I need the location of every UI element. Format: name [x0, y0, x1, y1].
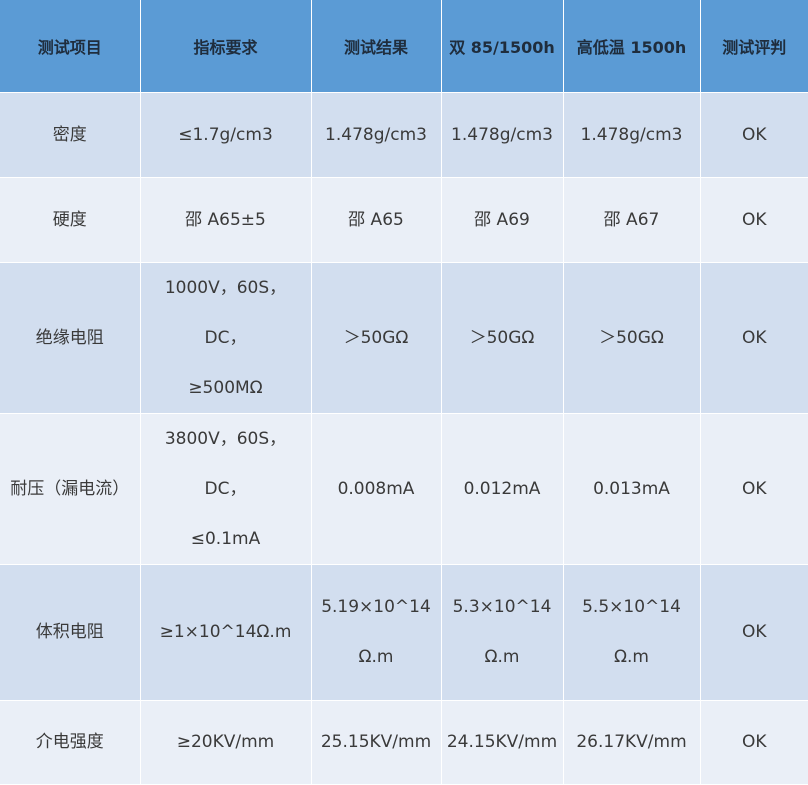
table-row: 绝缘电阻 1000V，60S，DC， ≥500MΩ ＞50GΩ ＞50GΩ ＞5… — [0, 262, 808, 414]
cell-line: ≤0.1mA — [190, 528, 261, 549]
cell-item: 硬度 — [0, 177, 141, 263]
cell-line: 0.008mA — [337, 478, 415, 499]
cell-line: 5.5×10^14 — [582, 597, 681, 617]
header-test-item: 测试项目 — [0, 0, 141, 93]
cell-line: 26.17KV/mm — [576, 732, 687, 752]
header-double-85: 双 85/1500h — [441, 0, 564, 93]
cell-line: ≤1.7g/cm3 — [178, 124, 273, 145]
header-test-result: 测试结果 — [311, 0, 442, 93]
cell-line: 3800V，60S，DC， — [164, 428, 287, 499]
cell-highlow: 邵 A67 — [563, 177, 701, 263]
header-requirement: 指标要求 — [140, 0, 312, 93]
cell-verdict: OK — [700, 262, 808, 414]
header-row: 测试项目 指标要求 测试结果 双 85/1500h 高低温 1500h 测试评判 — [0, 0, 808, 93]
cell-double85: 0.012mA — [441, 413, 564, 565]
cell-line: 邵 A65 — [348, 209, 404, 230]
cell-requirement: 3800V，60S，DC， ≤0.1mA — [140, 413, 312, 565]
cell-requirement: 邵 A65±5 — [140, 177, 312, 263]
cell-double85: 1.478g/cm3 — [441, 92, 564, 178]
cell-result: 25.15KV/mm — [311, 700, 442, 785]
cell-line: 25.15KV/mm — [320, 732, 432, 752]
cell-result: 1.478g/cm3 — [311, 92, 442, 178]
cell-item: 介电强度 — [0, 700, 141, 785]
cell-line: 5.3×10^14 — [452, 597, 552, 617]
cell-line: 1.478g/cm3 — [451, 124, 553, 145]
cell-highlow: 26.17KV/mm — [563, 700, 701, 785]
cell-double85: 24.15KV/mm — [441, 700, 564, 785]
cell-requirement: ≥20KV/mm — [140, 700, 312, 785]
cell-line: 1.478g/cm3 — [580, 124, 683, 145]
cell-item: 密度 — [0, 92, 141, 178]
cell-result: 邵 A65 — [311, 177, 442, 263]
cell-line: 0.012mA — [463, 478, 541, 499]
cell-result: 0.008mA — [311, 413, 442, 565]
cell-line: ＞50GΩ — [599, 327, 664, 348]
test-results-table: 测试项目 指标要求 测试结果 双 85/1500h 高低温 1500h 测试评判… — [0, 0, 808, 785]
cell-line: ≥1×10^14Ω.m — [159, 622, 292, 642]
cell-verdict: OK — [700, 700, 808, 785]
cell-line: 邵 A65±5 — [185, 209, 266, 230]
cell-requirement: ≤1.7g/cm3 — [140, 92, 312, 178]
cell-double85: ＞50GΩ — [441, 262, 564, 414]
cell-requirement: ≥1×10^14Ω.m — [140, 564, 312, 701]
cell-line: Ω.m — [614, 647, 649, 667]
cell-line: 24.15KV/mm — [446, 732, 558, 752]
cell-highlow: 1.478g/cm3 — [563, 92, 701, 178]
cell-highlow: 0.013mA — [563, 413, 701, 565]
table-row: 耐压（漏电流） 3800V，60S，DC， ≤0.1mA 0.008mA 0.0… — [0, 413, 808, 565]
cell-highlow: 5.5×10^14 Ω.m — [563, 564, 701, 701]
cell-line: 邵 A67 — [603, 209, 660, 230]
cell-result: ＞50GΩ — [311, 262, 442, 414]
cell-highlow: ＞50GΩ — [563, 262, 701, 414]
cell-item: 绝缘电阻 — [0, 262, 141, 414]
header-high-low-temp: 高低温 1500h — [563, 0, 701, 93]
cell-line: Ω.m — [484, 647, 520, 667]
cell-verdict: OK — [700, 413, 808, 565]
cell-line: ＞50GΩ — [343, 327, 409, 348]
cell-line: 0.013mA — [593, 478, 670, 499]
cell-verdict: OK — [700, 177, 808, 263]
cell-result: 5.19×10^14 Ω.m — [311, 564, 442, 701]
cell-double85: 邵 A69 — [441, 177, 564, 263]
cell-line: Ω.m — [358, 647, 394, 667]
table-row: 密度 ≤1.7g/cm3 1.478g/cm3 1.478g/cm3 1.478… — [0, 92, 808, 178]
cell-line: 1.478g/cm3 — [325, 124, 427, 145]
cell-verdict: OK — [700, 92, 808, 178]
cell-double85: 5.3×10^14 Ω.m — [441, 564, 564, 701]
table-row: 体积电阻 ≥1×10^14Ω.m 5.19×10^14 Ω.m 5.3×10^1… — [0, 564, 808, 701]
cell-line: ≥20KV/mm — [176, 732, 275, 752]
cell-item: 体积电阻 — [0, 564, 141, 701]
cell-line: 邵 A69 — [474, 209, 530, 230]
table-row: 介电强度 ≥20KV/mm 25.15KV/mm 24.15KV/mm 26.1… — [0, 700, 808, 785]
cell-line: ＞50GΩ — [469, 327, 535, 348]
cell-verdict: OK — [700, 564, 808, 701]
cell-requirement: 1000V，60S，DC， ≥500MΩ — [140, 262, 312, 414]
cell-line: ≥500MΩ — [188, 377, 263, 398]
header-verdict: 测试评判 — [700, 0, 808, 93]
cell-line: 1000V，60S，DC， — [164, 277, 287, 348]
cell-line: 5.19×10^14 — [321, 597, 431, 617]
cell-item: 耐压（漏电流） — [0, 413, 141, 565]
table-row: 硬度 邵 A65±5 邵 A65 邵 A69 邵 A67 OK — [0, 177, 808, 263]
